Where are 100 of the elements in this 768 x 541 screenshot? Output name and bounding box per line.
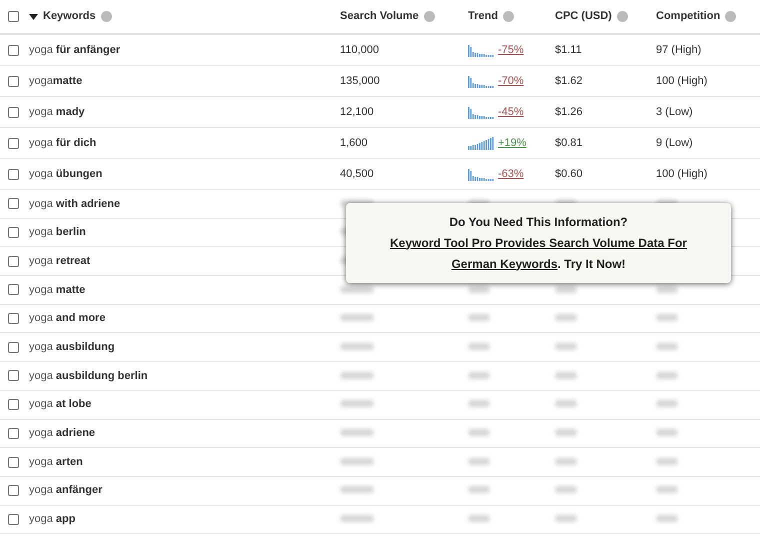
search-volume-text: 12,100 (340, 106, 374, 118)
blurred-value (555, 429, 577, 436)
checkbox[interactable] (8, 313, 19, 324)
keyword-text: yogamatte (29, 74, 82, 87)
keyword-text: yoga anfänger (29, 484, 102, 496)
checkbox[interactable] (8, 106, 19, 118)
search-volume-text: 135,000 (340, 74, 380, 87)
cpc-text: $0.60 (555, 168, 583, 180)
checkbox[interactable] (8, 256, 19, 267)
keyword-text: yoga adriene (29, 427, 96, 440)
column-header[interactable]: Keywords (43, 8, 96, 25)
competition-text: 9 (Low) (656, 136, 693, 149)
checkbox[interactable] (8, 428, 19, 439)
blurred-value (555, 458, 577, 465)
blurred-value (468, 343, 490, 350)
blurred-value (656, 343, 678, 350)
keyword-text: yoga and more (29, 312, 106, 324)
keyword-text: yoga retreat (29, 254, 90, 267)
sparkline-icon (468, 136, 495, 150)
blurred-value (340, 486, 374, 494)
checkbox[interactable] (8, 370, 19, 382)
trend-link[interactable]: -75% (498, 42, 524, 58)
blurred-value (468, 286, 490, 293)
keyword-text: yoga mady (29, 106, 85, 118)
checkbox[interactable] (8, 76, 19, 86)
column-header[interactable]: Trend (468, 8, 498, 25)
blurred-value (340, 286, 374, 293)
trend-link[interactable]: -45% (498, 104, 524, 120)
blurred-value (555, 515, 577, 522)
blurred-value (656, 372, 678, 379)
blurred-value (340, 314, 374, 322)
blurred-value (340, 372, 374, 379)
sparkline-icon (468, 168, 495, 180)
checkbox[interactable] (8, 168, 19, 180)
competition-text: 3 (Low) (656, 106, 693, 118)
column-header[interactable]: Competition (656, 8, 720, 25)
checkbox[interactable] (8, 284, 19, 296)
blurred-value (656, 486, 678, 494)
checkbox[interactable] (8, 227, 19, 238)
keyword-text: yoga arten (29, 456, 83, 468)
blurred-value (468, 486, 490, 494)
blurred-value (656, 286, 678, 293)
blurred-value (468, 372, 490, 379)
blurred-value (656, 429, 678, 436)
blurred-value (656, 458, 678, 465)
keyword-text: yoga with adriene (29, 198, 120, 210)
checkbox[interactable] (8, 399, 19, 410)
checkbox[interactable] (8, 456, 19, 468)
blurred-value (340, 429, 374, 436)
competition-text: 100 (High) (656, 168, 708, 180)
blurred-value (340, 400, 374, 408)
sparkline-icon (468, 44, 495, 56)
keyword-text: yoga matte (29, 284, 86, 296)
cpc-text: $1.62 (555, 74, 583, 87)
blurred-value (340, 343, 374, 350)
blurred-value (468, 458, 490, 465)
keyword-text: yoga berlin (29, 226, 86, 238)
checkbox[interactable] (8, 138, 19, 148)
keyword-text: yoga at lobe (29, 398, 92, 410)
competition-text: 97 (High) (656, 44, 702, 56)
upgrade-link[interactable]: Keyword Tool Pro Provides Search Volume Data For (390, 232, 687, 254)
checkbox[interactable] (8, 514, 19, 525)
keyword-text: yoga für anfänger (29, 44, 120, 56)
cpc-text: $0.81 (555, 136, 583, 149)
keyword-text: yoga ausbildung berlin (29, 370, 148, 382)
blurred-value (340, 515, 374, 522)
sparkline-icon (468, 106, 495, 118)
search-volume-text: 110,000 (340, 44, 379, 56)
upgrade-link[interactable]: German Keywords (451, 254, 558, 274)
sort-caret-icon[interactable] (29, 14, 38, 20)
blurred-value (555, 314, 577, 322)
cpc-text: $1.26 (555, 106, 583, 118)
blurred-value (468, 515, 490, 522)
keyword-text: yoga ausbildung (29, 341, 115, 354)
trend-link[interactable]: -63% (498, 166, 524, 182)
blurred-value (656, 400, 678, 408)
blurred-value (555, 372, 577, 379)
search-volume-text: 40,500 (340, 168, 374, 180)
checkbox[interactable] (8, 198, 19, 210)
keyword-text: yoga für dich (29, 136, 96, 149)
blurred-value (656, 515, 678, 522)
popup-message: . Try It Now! (558, 256, 626, 272)
blurred-value (656, 314, 678, 322)
blurred-value (555, 343, 577, 350)
checkbox[interactable] (8, 485, 19, 496)
competition-text: 100 (High) (656, 74, 708, 87)
popup-title: Do You Need This Information? (449, 214, 628, 230)
checkbox[interactable] (8, 44, 19, 56)
blurred-value (555, 400, 577, 408)
blurred-value (468, 314, 490, 322)
sparkline-icon (468, 74, 495, 88)
search-volume-text: 1,600 (340, 136, 368, 149)
blurred-value (468, 400, 490, 408)
trend-link[interactable]: -70% (498, 72, 524, 90)
column-header[interactable]: CPC (USD) (555, 8, 612, 25)
blurred-value (468, 429, 490, 436)
checkbox[interactable] (8, 342, 19, 353)
blurred-value (340, 458, 374, 465)
column-header[interactable]: Search Volume (340, 8, 419, 25)
checkbox[interactable] (8, 11, 19, 22)
